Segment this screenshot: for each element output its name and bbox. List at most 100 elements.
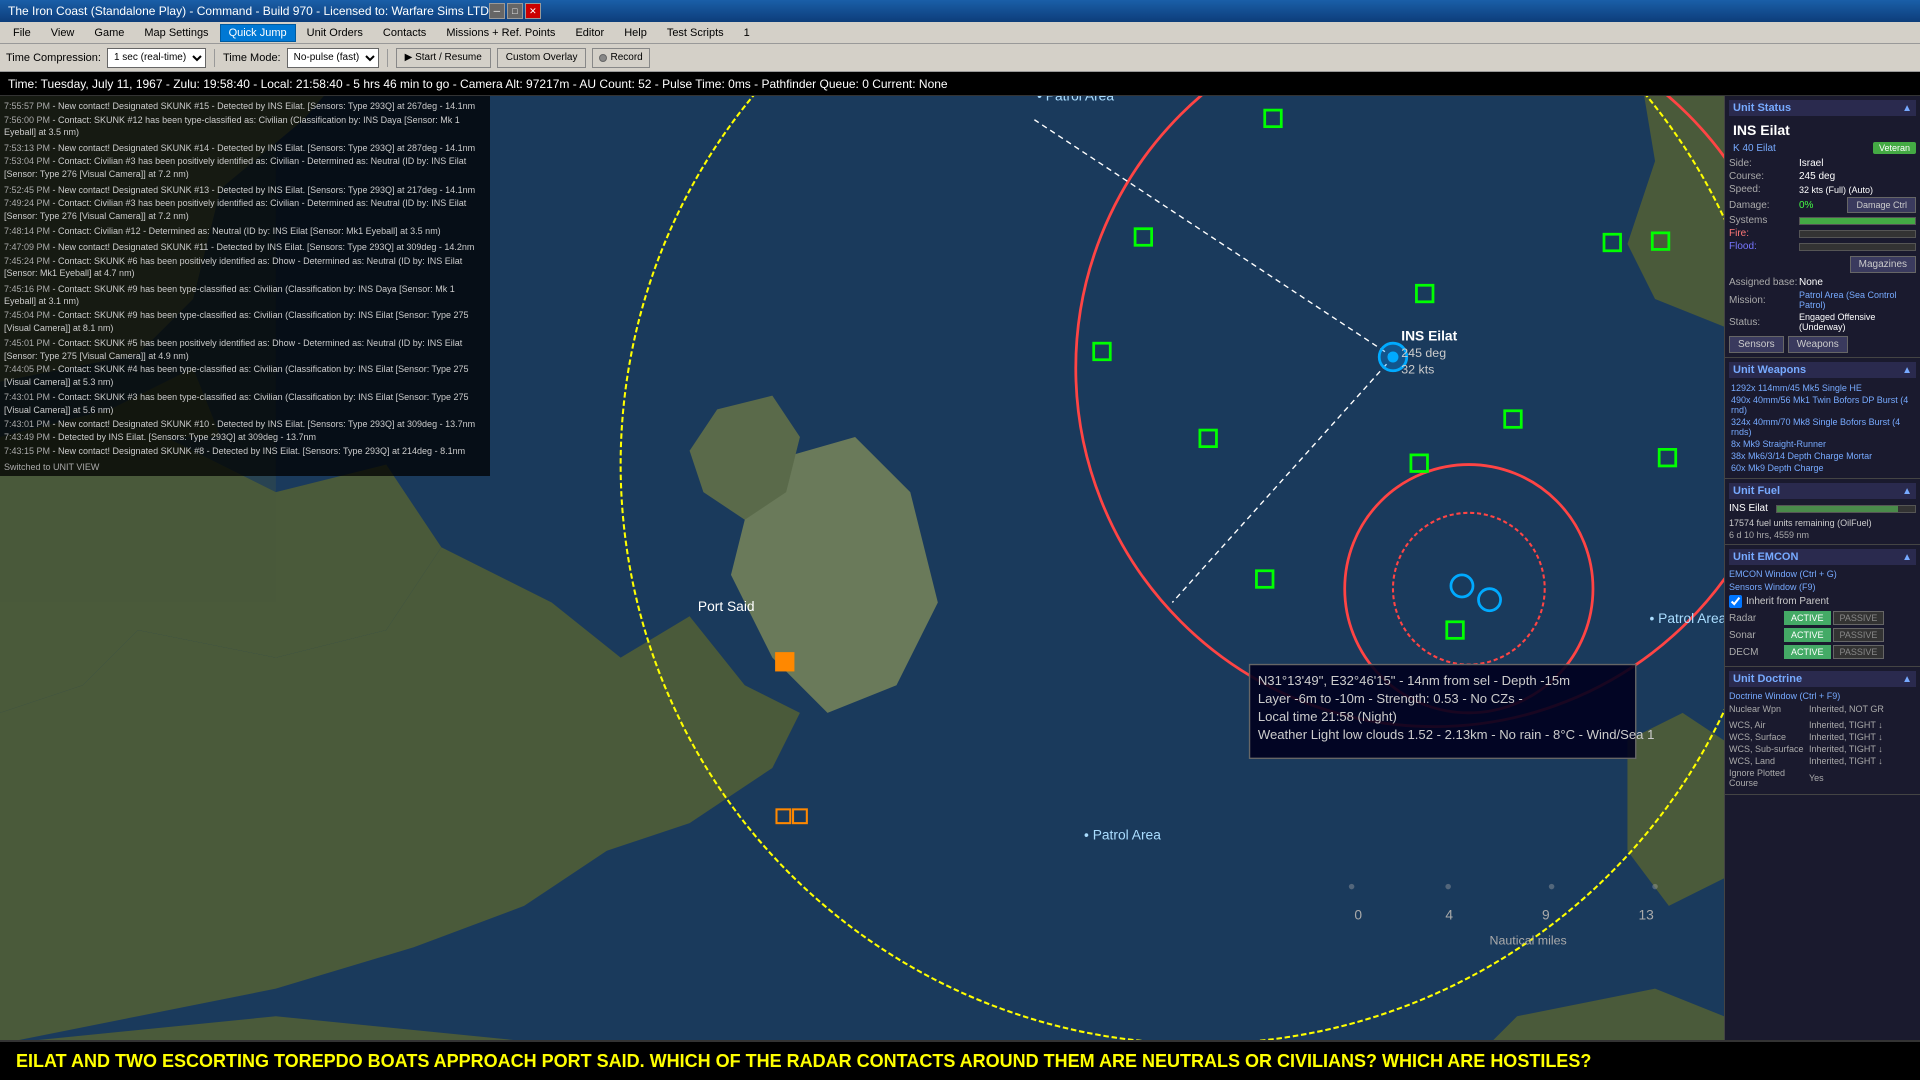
inherit-check-row: Inherit from Parent — [1729, 595, 1916, 608]
unit-name: INS Eilat — [1729, 120, 1794, 140]
unit-status-collapse[interactable]: ▲ — [1902, 103, 1912, 114]
svg-text:13: 13 — [1638, 908, 1654, 923]
menu-test-scripts[interactable]: Test Scripts — [658, 24, 733, 42]
svg-text:Nautical miles: Nautical miles — [1490, 934, 1567, 948]
log-entry: 7:56:00 PM - Contact: SKUNK #12 has been… — [4, 114, 486, 139]
timemode-select[interactable]: No-pulse (fast) Pulse — [287, 48, 379, 68]
record-button[interactable]: Record — [592, 48, 649, 68]
course-row: Course: 245 deg — [1729, 171, 1916, 182]
compression-label: Time Compression: — [6, 52, 101, 64]
decm-active-btn[interactable]: ACTIVE — [1784, 645, 1831, 659]
menu-bar: File View Game Map Settings Quick Jump U… — [0, 22, 1920, 44]
bottom-bar: EILAT AND TWO ESCORTING TOREPDO BOATS AP… — [0, 1040, 1920, 1080]
radar-passive-btn[interactable]: PASSIVE — [1833, 611, 1885, 625]
fire-row: Fire: — [1729, 228, 1916, 239]
svg-text:4: 4 — [1445, 908, 1453, 923]
mission-link[interactable]: Patrol Area (Sea Control Patrol) — [1799, 290, 1916, 310]
menu-help[interactable]: Help — [615, 24, 656, 42]
magazines-button[interactable]: Magazines — [1850, 256, 1916, 273]
log-entry: 7:43:15 PM - New contact! Designated SKU… — [4, 445, 486, 458]
flood-row: Flood: — [1729, 241, 1916, 252]
log-entry: 7:44:05 PM - Contact: SKUNK #4 has been … — [4, 363, 486, 388]
svg-text:N31°13'49", E32°46'15" - 14nm: N31°13'49", E32°46'15" - 14nm from sel -… — [1258, 673, 1570, 688]
damage-ctrl-button[interactable]: Damage Ctrl — [1847, 197, 1916, 213]
svg-text:9: 9 — [1542, 908, 1550, 923]
sensors-button[interactable]: Sensors — [1729, 336, 1784, 353]
decm-passive-btn[interactable]: PASSIVE — [1833, 645, 1885, 659]
weapon-item[interactable]: 1292x 114mm/45 Mk5 Single HE — [1729, 382, 1916, 394]
log-entry: 7:47:09 PM - New contact! Designated SKU… — [4, 241, 486, 254]
fuel-bar-fill — [1777, 506, 1899, 512]
weapon-item[interactable]: 8x Mk9 Straight-Runner — [1729, 438, 1916, 450]
mission-row: Mission: Patrol Area (Sea Control Patrol… — [1729, 290, 1916, 310]
compression-select[interactable]: 1 sec (real-time) 5 sec 15 sec 30 sec 1 … — [107, 48, 206, 68]
sensors-window-link[interactable]: Sensors Window (F9) — [1729, 582, 1916, 592]
unit-fuel-collapse[interactable]: ▲ — [1902, 486, 1912, 497]
timemode-label: Time Mode: — [223, 52, 281, 64]
systems-bar — [1799, 217, 1916, 225]
svg-text:0: 0 — [1354, 908, 1362, 923]
main-layout: 0 4 9 13 Nautical miles — [0, 96, 1920, 1040]
sep1 — [214, 49, 215, 67]
inherit-checkbox[interactable] — [1729, 595, 1742, 608]
unit-weapons-collapse[interactable]: ▲ — [1902, 365, 1912, 376]
svg-text:Local time 21:58 (Night): Local time 21:58 (Night) — [1258, 709, 1397, 724]
status-text: Time: Tuesday, July 11, 1967 - Zulu: 19:… — [8, 77, 948, 91]
log-panel: 7:55:57 PM - New contact! Designated SKU… — [0, 96, 490, 476]
weapon-item[interactable]: 38x Mk6/3/14 Depth Charge Mortar — [1729, 450, 1916, 462]
unit-fuel-section: Unit Fuel ▲ INS Eilat 17574 fuel units r… — [1725, 479, 1920, 545]
emcon-window-link[interactable]: EMCON Window (Ctrl + G) — [1729, 569, 1916, 579]
log-entry: 7:53:04 PM - Contact: Civilian #3 has be… — [4, 155, 486, 180]
sonar-passive-btn[interactable]: PASSIVE — [1833, 628, 1885, 642]
close-button[interactable]: ✕ — [525, 3, 541, 19]
unit-doctrine-header: Unit Doctrine ▲ — [1729, 671, 1916, 687]
unit-emcon-collapse[interactable]: ▲ — [1902, 552, 1912, 563]
log-entry: 7:48:14 PM - Contact: Civilian #12 - Det… — [4, 225, 486, 238]
menu-contacts[interactable]: Contacts — [374, 24, 435, 42]
unit-emcon-section: Unit EMCON ▲ EMCON Window (Ctrl + G) Sen… — [1725, 545, 1920, 667]
speed-row: Speed: 32 kts (Full) (Auto) — [1729, 184, 1916, 195]
unit-doctrine-collapse[interactable]: ▲ — [1902, 674, 1912, 685]
menu-view[interactable]: View — [42, 24, 84, 42]
menu-editor[interactable]: Editor — [566, 24, 613, 42]
custom-overlay-button[interactable]: Custom Overlay — [497, 48, 587, 68]
decm-emcon-row: DECM ACTIVE PASSIVE — [1729, 645, 1916, 659]
svg-text:• Patrol Area: • Patrol Area — [1084, 828, 1161, 843]
log-entry: 7:43:49 PM - Detected by INS Eilat. [Sen… — [4, 431, 486, 444]
menu-unit-orders[interactable]: Unit Orders — [298, 24, 372, 42]
weapons-button[interactable]: Weapons — [1788, 336, 1848, 353]
sensor-weapon-buttons: Sensors Weapons — [1729, 336, 1916, 353]
menu-number[interactable]: 1 — [735, 24, 759, 42]
log-entry: 7:53:13 PM - New contact! Designated SKU… — [4, 142, 486, 155]
record-icon — [599, 54, 607, 62]
sonar-active-btn[interactable]: ACTIVE — [1784, 628, 1831, 642]
svg-text:32 kts: 32 kts — [1401, 363, 1434, 377]
maximize-button[interactable]: □ — [507, 3, 523, 19]
menu-file[interactable]: File — [4, 24, 40, 42]
menu-missions[interactable]: Missions + Ref. Points — [437, 24, 564, 42]
unit-link[interactable]: K 40 Eilat — [1729, 143, 1780, 154]
menu-quick-jump[interactable]: Quick Jump — [220, 24, 296, 42]
start-stop-button[interactable]: ▶ Start / Resume — [396, 48, 491, 68]
unit-status-header: Unit Status ▲ — [1729, 100, 1916, 116]
ignore-plotted-row: Ignore Plotted Course Yes — [1729, 768, 1916, 788]
status-row: Status: Engaged Offensive (Underway) — [1729, 312, 1916, 332]
weapon-item[interactable]: 60x Mk9 Depth Charge — [1729, 462, 1916, 474]
log-entry: 7:55:57 PM - New contact! Designated SKU… — [4, 100, 486, 113]
map-area[interactable]: 0 4 9 13 Nautical miles — [0, 96, 1724, 1040]
right-panel: Unit Status ▲ INS Eilat K 40 Eilat Veter… — [1724, 96, 1920, 1040]
menu-game[interactable]: Game — [85, 24, 133, 42]
weapon-item[interactable]: 324x 40mm/70 Mk8 Single Bofors Burst (4 … — [1729, 416, 1916, 438]
doctrine-window-link[interactable]: Doctrine Window (Ctrl + F9) — [1729, 691, 1916, 701]
side-row: Side: Israel — [1729, 158, 1916, 169]
svg-text:INS Eilat: INS Eilat — [1401, 328, 1457, 343]
minimize-button[interactable]: ─ — [489, 3, 505, 19]
log-entry: 7:49:24 PM - Contact: Civilian #3 has be… — [4, 197, 486, 222]
systems-row: Systems — [1729, 215, 1916, 226]
log-entry: 7:45:04 PM - Contact: SKUNK #9 has been … — [4, 309, 486, 334]
menu-map-settings[interactable]: Map Settings — [135, 24, 217, 42]
nuclear-row: Nuclear Wpn Inherited, NOT GR — [1729, 704, 1916, 714]
radar-active-btn[interactable]: ACTIVE — [1784, 611, 1831, 625]
weapon-item[interactable]: 490x 40mm/56 Mk1 Twin Bofors DP Burst (4… — [1729, 394, 1916, 416]
unit-weapons-header: Unit Weapons ▲ — [1729, 362, 1916, 378]
